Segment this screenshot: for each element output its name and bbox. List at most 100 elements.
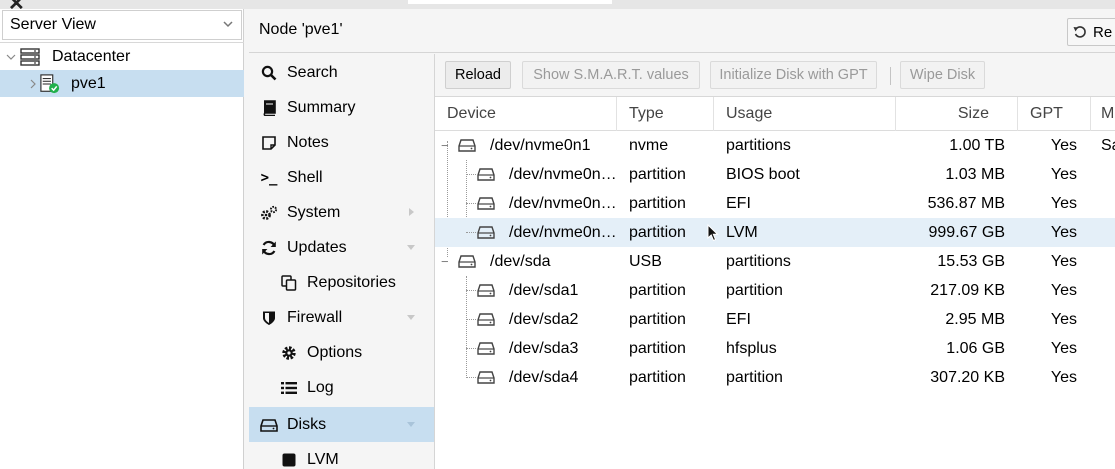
nav-item-label: Search <box>287 63 338 81</box>
table-row[interactable]: /dev/sda4 partition partition 307.20 KB … <box>435 363 1115 392</box>
reboot-button[interactable]: Re <box>1067 18 1115 46</box>
square-icon <box>280 451 298 469</box>
gpt-cell: Yes <box>1050 339 1077 357</box>
collapse-arrow-icon[interactable] <box>406 419 416 429</box>
size-cell: 307.20 KB <box>930 368 1005 386</box>
hdd-icon <box>477 313 495 326</box>
nav-item-label: Options <box>307 343 363 361</box>
table-row[interactable]: /dev/sda2 partition EFI 2.95 MB Yes <box>435 305 1115 334</box>
column-header-device[interactable]: Device <box>435 97 617 131</box>
tree-connector <box>466 174 476 175</box>
shield-icon <box>260 309 278 327</box>
table-row[interactable]: /dev/nvme0n… partition LVM 999.67 GB Yes <box>435 218 1115 247</box>
nav-item-repositories[interactable]: Repositories <box>249 265 434 300</box>
hdd-icon <box>458 139 476 152</box>
server-view-label: Server View <box>10 16 96 33</box>
table-row[interactable]: − /dev/sda USB partitions 15.53 GB Yes <box>435 247 1115 276</box>
nav-item-search[interactable]: Search <box>249 55 434 90</box>
nav-item-summary[interactable]: Summary <box>249 90 434 125</box>
nav-item-label: Firewall <box>287 308 343 326</box>
size-cell: 536.87 MB <box>927 194 1005 212</box>
usage-cell: partition <box>726 368 783 386</box>
usage-cell: partitions <box>726 252 791 270</box>
server-view-select[interactable]: Server View <box>2 10 242 40</box>
tree-connector <box>466 348 476 349</box>
tree-connector <box>466 232 476 233</box>
top-strip: ✕ <box>0 0 1115 15</box>
reboot-button-label: Re <box>1093 23 1113 41</box>
device-cell: /dev/sda <box>490 252 551 270</box>
table-row[interactable]: /dev/sda1 partition partition 217.09 KB … <box>435 276 1115 305</box>
type-cell: partition <box>629 194 686 212</box>
tree-connector <box>466 377 476 378</box>
column-header-type[interactable]: Type <box>617 97 714 131</box>
collapse-icon[interactable]: − <box>441 247 449 276</box>
hdd-icon <box>477 284 495 297</box>
disks-toolbar: Reload Show S.M.A.R.T. values Initialize… <box>435 54 1115 97</box>
size-cell: 1.06 GB <box>946 339 1005 357</box>
toolbar-separator <box>890 67 891 85</box>
gpt-cell: Yes <box>1050 136 1077 154</box>
tree-item-datacenter[interactable]: Datacenter <box>0 43 244 70</box>
tree-item-pve1[interactable]: pve1 <box>0 70 244 97</box>
reload-button[interactable]: Reload <box>445 61 511 89</box>
column-header-model[interactable]: M <box>1091 97 1115 131</box>
disks-panel: Reload Show S.M.A.R.T. values Initialize… <box>435 54 1115 469</box>
column-header-gpt[interactable]: GPT <box>1018 97 1091 131</box>
collapse-arrow-icon[interactable] <box>406 242 416 252</box>
copy-icon <box>280 274 298 292</box>
chevron-down-icon <box>223 21 233 28</box>
device-cell: /dev/sda3 <box>509 339 579 357</box>
table-row[interactable]: /dev/nvme0n… partition EFI 536.87 MB Yes <box>435 189 1115 218</box>
nav-item-label: Log <box>307 378 334 396</box>
table-row[interactable]: /dev/sda3 partition hfsplus 1.06 GB Yes <box>435 334 1115 363</box>
device-cell: /dev/sda1 <box>509 281 579 299</box>
usage-cell: EFI <box>726 194 751 212</box>
book-icon <box>260 99 278 117</box>
nav-item-lvm[interactable]: LVM <box>249 442 434 469</box>
nav-item-disks[interactable]: Disks <box>249 407 434 442</box>
gpt-cell: Yes <box>1050 165 1077 183</box>
column-label: Type <box>629 105 664 122</box>
undo-icon <box>1073 26 1086 38</box>
nav-item-firewall[interactable]: Firewall <box>249 300 434 335</box>
initialize-gpt-button[interactable]: Initialize Disk with GPT <box>710 61 877 89</box>
nav-item-updates[interactable]: Updates <box>249 230 434 265</box>
tree-item-label: pve1 <box>71 74 106 92</box>
expand-arrow-icon[interactable] <box>406 207 416 217</box>
gpt-cell: Yes <box>1050 223 1077 241</box>
size-cell: 217.09 KB <box>930 281 1005 299</box>
gears-icon <box>260 204 278 222</box>
tree-connector <box>466 319 476 320</box>
initialize-gpt-label: Initialize Disk with GPT <box>719 67 868 83</box>
nav-item-shell[interactable]: >_ Shell <box>249 160 434 195</box>
wipe-disk-label: Wipe Disk <box>909 67 976 83</box>
column-header-size[interactable]: Size <box>896 97 1018 131</box>
hdd-icon <box>477 168 495 181</box>
nav-item-system[interactable]: System <box>249 195 434 230</box>
collapse-icon[interactable] <box>6 52 16 62</box>
terminal-icon: >_ <box>260 169 278 186</box>
expand-icon[interactable] <box>28 79 38 89</box>
collapse-arrow-icon[interactable] <box>406 312 416 322</box>
search-icon <box>260 64 278 82</box>
top-search-box[interactable] <box>408 0 612 4</box>
gpt-cell: Yes <box>1050 368 1077 386</box>
table-row[interactable]: − /dev/nvme0n1 nvme partitions 1.00 TB Y… <box>435 131 1115 160</box>
show-smart-button[interactable]: Show S.M.A.R.T. values <box>522 61 700 89</box>
nav-item-options[interactable]: Options <box>249 335 434 370</box>
nav-item-log[interactable]: Log <box>249 370 434 405</box>
size-cell: 999.67 GB <box>928 223 1006 241</box>
page-title: Node 'pve1' <box>259 21 343 38</box>
table-row[interactable]: /dev/nvme0n… partition BIOS boot 1.03 MB… <box>435 160 1115 189</box>
nav-item-notes[interactable]: Notes <box>249 125 434 160</box>
column-header-usage[interactable]: Usage <box>714 97 896 131</box>
collapse-icon[interactable]: − <box>441 131 449 160</box>
wipe-disk-button[interactable]: Wipe Disk <box>900 61 985 89</box>
tree-connector <box>466 290 476 291</box>
device-cell: /dev/sda2 <box>509 310 579 328</box>
usage-cell: BIOS boot <box>726 165 800 183</box>
size-cell: 1.00 TB <box>949 136 1005 154</box>
type-cell: partition <box>629 281 686 299</box>
proxmox-window: ✕ Server View Datacenter pve1 Node 'pve1… <box>0 0 1115 469</box>
